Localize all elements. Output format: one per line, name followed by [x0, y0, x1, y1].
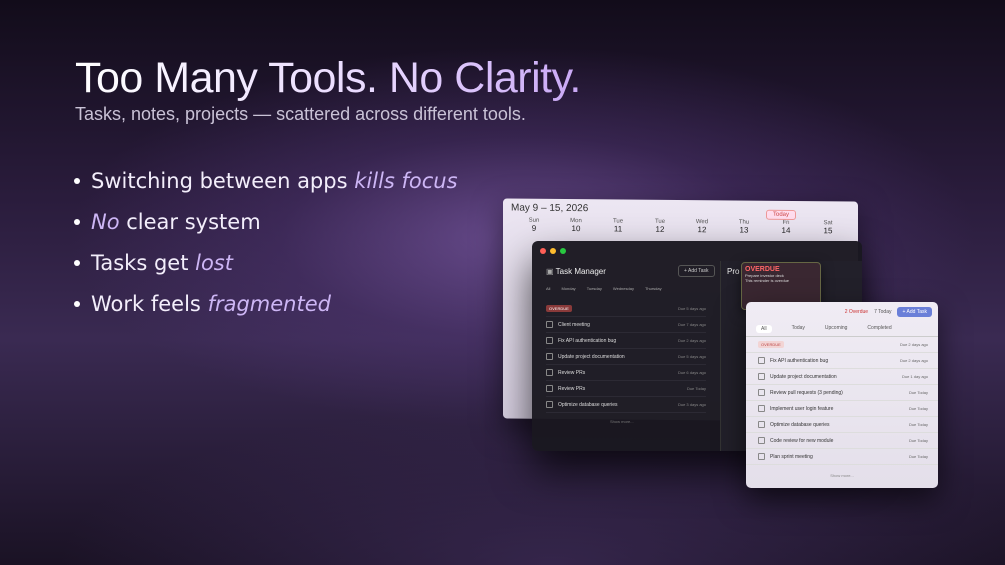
list-item[interactable]: Review PRs Due 6 days ago — [546, 365, 706, 381]
maximize-window-icon[interactable] — [560, 248, 566, 254]
task-checkbox[interactable] — [546, 337, 553, 344]
calendar-day[interactable]: Sun 9 — [513, 218, 555, 233]
task-tabs: All Monday Tuesday Wednesday Thursday — [546, 286, 662, 291]
list-item[interactable]: Fix API authentication bug Due 2 days ago — [746, 353, 938, 369]
tab-all[interactable]: All — [546, 286, 550, 291]
bullet-text: Tasks get — [91, 250, 189, 275]
calendar-day[interactable]: Tue 12 — [639, 219, 681, 234]
bullet-item: Tasks get lost — [74, 242, 458, 283]
tab-all[interactable]: All — [756, 325, 772, 333]
task-checkbox[interactable] — [758, 421, 765, 428]
bullet-dot — [74, 259, 80, 266]
add-task-button[interactable]: + Add Task — [897, 307, 932, 317]
list-item[interactable]: Fix API authentication bug Due 2 days ago — [546, 333, 706, 349]
task-manager-title: Task Manager — [546, 267, 606, 276]
calendar-day[interactable]: Wed 12 — [681, 219, 723, 234]
list-item[interactable]: OVERDUE Due 2 days ago — [746, 337, 938, 353]
bullet-dot — [74, 177, 80, 184]
overdue-count: 2 Overdue — [844, 309, 869, 315]
show-more-link[interactable]: Show more... — [610, 419, 634, 424]
bullet-list: Switching between apps kills focus No cl… — [74, 160, 458, 324]
list-item[interactable]: Review pull requests (3 pending) Due Toda… — [746, 385, 938, 401]
tab-monday[interactable]: Monday — [561, 286, 575, 291]
task-checkbox[interactable] — [758, 437, 765, 444]
bullet-dot — [74, 300, 80, 307]
tab-today[interactable]: Today — [792, 325, 805, 333]
tab-completed[interactable]: Completed — [867, 325, 891, 333]
close-window-icon[interactable] — [540, 248, 546, 254]
list-item[interactable]: Optimize database queries Due Today — [746, 417, 938, 433]
bullet-emphasis: No — [91, 209, 120, 234]
minimize-window-icon[interactable] — [550, 248, 556, 254]
window-controls — [532, 241, 862, 261]
calendar-day[interactable]: Thu 13 — [723, 219, 765, 235]
bullet-item: No clear system — [74, 201, 458, 242]
filter-tabs: All Today Upcoming Completed — [746, 322, 938, 337]
list-item[interactable]: Plan sprint meeting Due Today — [746, 449, 938, 465]
bullet-item: Work feels fragmented — [74, 283, 458, 324]
task-checkbox[interactable] — [758, 373, 765, 380]
task-checkbox[interactable] — [758, 389, 765, 396]
bullet-text: Work feels — [91, 291, 201, 316]
overdue-badge: OVERDUE — [546, 305, 572, 312]
tab-wednesday[interactable]: Wednesday — [613, 286, 634, 291]
bullet-text: clear system — [126, 209, 261, 234]
task-list-window: 2 Overdue 7 Today + Add Task All Today U… — [746, 302, 938, 488]
calendar-day[interactable]: Tue 11 — [597, 218, 639, 233]
page-title: Too Many Tools. No Clarity. — [75, 54, 581, 102]
bullet-emphasis: lost — [195, 250, 233, 275]
list-item[interactable]: Review PRs Due Today — [546, 381, 706, 397]
tab-upcoming[interactable]: Upcoming — [825, 325, 848, 333]
tab-tuesday[interactable]: Tuesday — [587, 286, 602, 291]
notification-title: OVERDUE — [745, 266, 780, 273]
task-checkbox[interactable] — [546, 385, 553, 392]
task-checkbox[interactable] — [546, 353, 553, 360]
hero-section: Too Many Tools. No Clarity. Tasks, notes… — [75, 52, 581, 125]
task-checkbox[interactable] — [758, 453, 765, 460]
bullet-item: Switching between apps kills focus — [74, 160, 458, 201]
task-checkbox[interactable] — [758, 405, 765, 412]
add-task-button[interactable]: + Add Task — [678, 265, 715, 277]
task-checkbox[interactable] — [546, 321, 553, 328]
notification-note: This reminder is overdue — [745, 278, 790, 283]
list-item[interactable]: OVERDUE Due 5 days ago — [546, 301, 706, 317]
list-item[interactable]: Implement user login feature Due Today — [746, 401, 938, 417]
calendar-days: Sun 9 Mon 10 Tue 11 Tue 12 Wed 12 Thu 13 Fri 14… — [503, 217, 858, 236]
list-item[interactable]: Client meeting Due 7 days ago — [546, 317, 706, 333]
calendar-day[interactable]: Sat 15 — [807, 220, 849, 235]
overdue-badge: OVERDUE — [758, 341, 784, 348]
list-item[interactable]: Update project documentation Due 1 day ag… — [746, 369, 938, 385]
list-item[interactable]: Update project documentation Due 5 days a… — [546, 349, 706, 365]
list-item[interactable]: Code review for new module Due Today — [746, 433, 938, 449]
bullet-text: Switching between apps — [91, 168, 348, 193]
task-list: OVERDUE Due 5 days ago Client meeting Due … — [546, 301, 706, 413]
bullet-emphasis: kills focus — [354, 168, 458, 193]
today-count: 7 Today — [874, 309, 892, 315]
calendar-day[interactable]: Mon 10 — [555, 218, 597, 233]
today-button[interactable]: Today — [765, 209, 796, 221]
task-checkbox[interactable] — [758, 357, 765, 364]
page-subtitle: Tasks, notes, projects — scattered acros… — [75, 104, 526, 124]
bullet-dot — [74, 218, 80, 225]
show-more-link[interactable]: Show more... — [746, 465, 938, 478]
task-list-toolbar: 2 Overdue 7 Today + Add Task — [746, 302, 938, 322]
calendar-day[interactable]: Fri 14 — [765, 220, 807, 235]
task-checkbox[interactable] — [546, 369, 553, 376]
task-checkbox[interactable] — [546, 401, 553, 408]
tab-thursday[interactable]: Thursday — [645, 286, 662, 291]
bullet-emphasis: fragmented — [207, 291, 331, 316]
list-item[interactable]: Optimize database queries Due 3 days ago — [546, 397, 706, 413]
